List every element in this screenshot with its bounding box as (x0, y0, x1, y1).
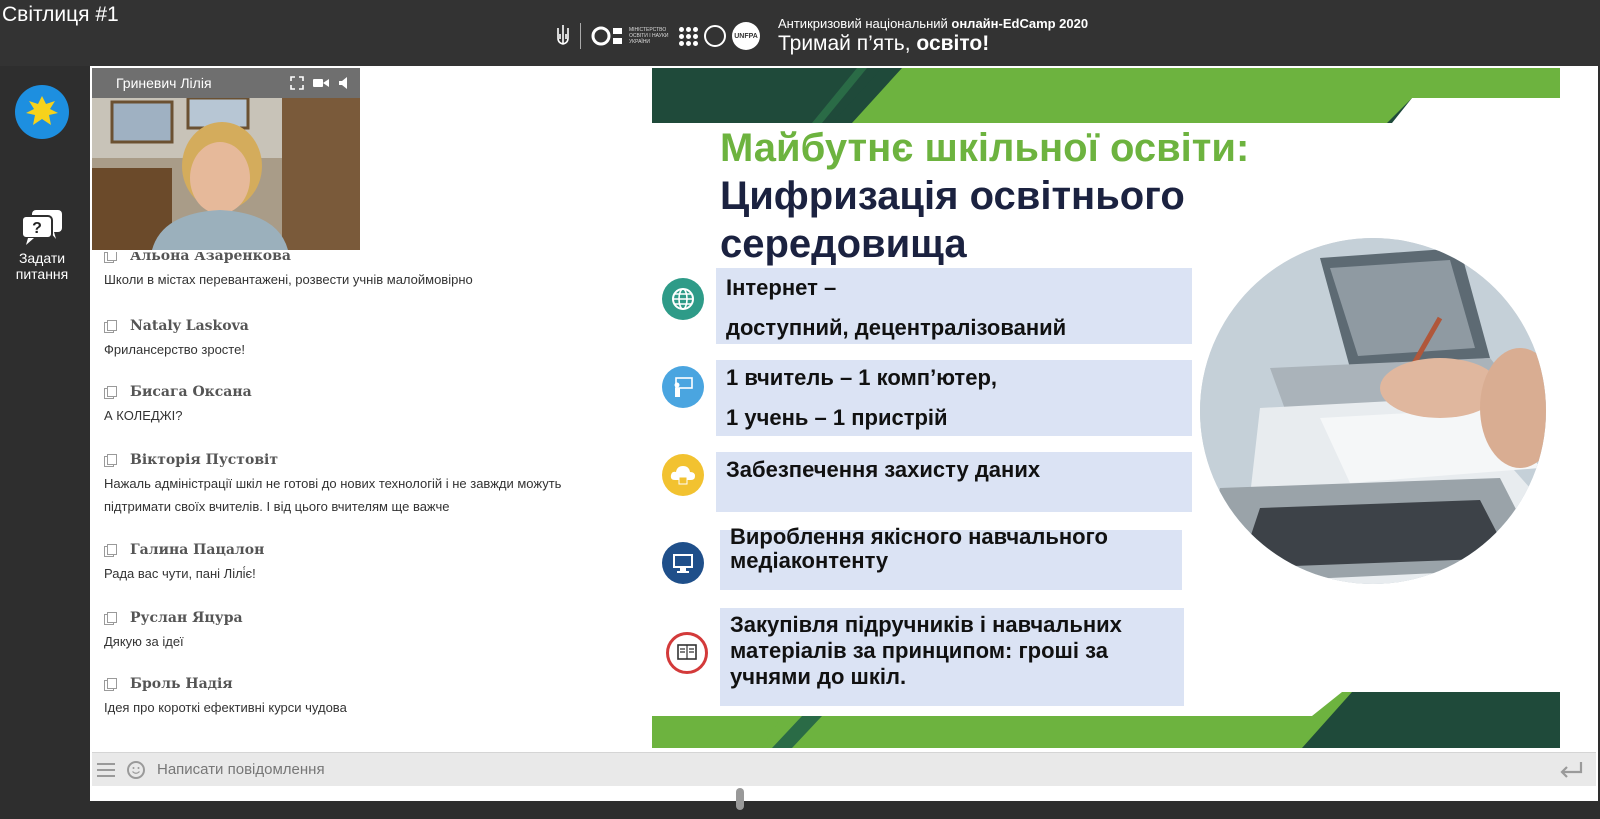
message-text: Рада вас чути, пані Лілі́є! (104, 566, 256, 581)
laptop-photo (1200, 238, 1546, 584)
book-icon (666, 632, 708, 674)
copy-icon[interactable] (104, 678, 117, 691)
bullet-internet-line1: Інтернет – (726, 275, 837, 300)
chat-list[interactable]: Альона Азаренкова Школи в містах переван… (92, 252, 742, 812)
message-author: Руслан Яцура (130, 610, 243, 626)
message-input[interactable] (157, 756, 1558, 783)
trident-icon (557, 25, 569, 45)
message-author: Галина Пацалон (130, 542, 265, 558)
edcamp-slogan: Тримай п’ять, освіто! (778, 32, 990, 55)
ask-label: Задати питання (15, 250, 69, 282)
video-header: Гриневич Лілія (92, 68, 360, 98)
ministry-logo: Міністерство освіти і науки України (591, 25, 673, 47)
send-enter-icon[interactable] (1558, 760, 1584, 780)
slide-subtitle: Цифризація освітнього середовища (720, 174, 1185, 266)
dots-logo-icon (679, 26, 698, 46)
message-author: Броль Надія (130, 676, 233, 692)
bullet-media-content-line1: Вироблення якісного навчального (730, 524, 1108, 549)
chat-message: Галина Пацалон Рада вас чути, пані Лілі́… (104, 540, 724, 585)
copy-icon[interactable] (104, 320, 117, 333)
un-emblem-icon (704, 25, 726, 47)
camera-icon[interactable] (312, 74, 330, 92)
bullet-media-content-line2: медіаконтенту (730, 548, 889, 573)
message-author: Nataly Laskova (130, 318, 249, 334)
video-frame (92, 98, 360, 250)
bullet-textbooks-line2: матеріалів за принципом: гроші за (730, 638, 1108, 663)
message-author: Вікторія Пустовіт (130, 452, 279, 468)
teacher-icon (662, 366, 704, 408)
presentation-slide: Майбутнє шкільної освіти: Цифризація осв… (652, 68, 1560, 748)
message-text: Дякую за ідеї (104, 634, 184, 649)
chat-question-icon: ? (21, 210, 62, 245)
chat-message: Вікторія Пустовіт Нажаль адміністрації ш… (104, 450, 594, 518)
copy-icon[interactable] (104, 612, 117, 625)
chat-message: Броль Надія Ідея про короткі ефективні к… (104, 674, 724, 719)
bullet-textbooks-line1: Закупівля підручників і навчальних (730, 612, 1122, 637)
chat-message: Альона Азаренкова Школи в містах переван… (104, 252, 724, 291)
left-rail: ? Задати питання (0, 66, 90, 801)
message-author: Бисага Оксана (130, 384, 252, 400)
message-text: Ідея про короткі ефективні курси чудова (104, 700, 347, 715)
slide-title: Майбутнє шкільної освіти: (720, 126, 1250, 170)
top-bar: Світлиця #1 Міністерство освіти і науки … (0, 0, 1600, 66)
chat-scrollbar[interactable] (736, 788, 744, 810)
monitor-icon (662, 542, 704, 584)
laptop-photo-icon (1200, 238, 1546, 584)
bullet-data-protection-line1: Забезпечення захисту даних (726, 457, 1041, 482)
message-composer (92, 752, 1596, 786)
message-author: Альона Азаренкова (130, 252, 291, 264)
bullet-devices-line1: 1 вчитель – 1 комп’ютер, (726, 365, 997, 390)
ask-question-button[interactable]: ? Задати питання (0, 208, 84, 282)
partner-logos: Міністерство освіти і науки України UNFP… (556, 16, 1088, 56)
copy-icon[interactable] (104, 252, 117, 263)
bullet-internet-line2: доступний, децентралізований (726, 315, 1067, 340)
copy-icon[interactable] (104, 386, 117, 399)
app-logo-icon[interactable] (15, 85, 69, 139)
room-title: Світлиця #1 (2, 3, 119, 26)
message-text: Нажаль адміністрації шкіл не готові до н… (104, 476, 562, 514)
main-panel: Гриневич Лілія Альона Азаренкова Школи в… (90, 66, 1598, 810)
message-text: Фрилансерство зросте! (104, 342, 245, 357)
globe-icon (662, 278, 704, 320)
copy-icon[interactable] (104, 454, 117, 467)
message-text: Школи в містах перевантажені, розвести у… (104, 272, 473, 287)
chat-message: Бисага Оксана А КОЛЕДЖІ? (104, 382, 724, 427)
edcamp-banner: Антикризовий національний онлайн-EdCamp … (778, 16, 1088, 56)
speaker-video[interactable]: Гриневич Лілія (92, 68, 360, 250)
bird-icon (26, 96, 58, 125)
copy-icon[interactable] (104, 544, 117, 557)
menu-icon[interactable] (97, 762, 115, 777)
chat-message: Nataly Laskova Фрилансерство зросте! (104, 316, 724, 361)
ministry-text: Міністерство освіти і науки України (629, 27, 669, 45)
speaker-portrait-icon (92, 98, 360, 250)
bullet-textbooks-line3: учнями до шкіл. (730, 664, 907, 689)
bullet-devices-line2: 1 учень – 1 пристрій (726, 405, 948, 430)
edcamp-title: Антикризовий національний онлайн-EdCamp … (778, 16, 1089, 31)
speaker-name: Гриневич Лілія (116, 75, 212, 91)
separator (580, 23, 581, 49)
chat-message: Руслан Яцура Дякую за ідеї (104, 608, 724, 653)
cloud-lock-icon (662, 454, 704, 496)
ministry-mark-icon (591, 26, 622, 46)
svg-text:?: ? (32, 220, 42, 237)
message-text: А КОЛЕДЖІ? (104, 408, 183, 423)
speaker-icon[interactable] (336, 74, 354, 92)
unfpa-logo: UNFPA (732, 22, 760, 50)
fullscreen-icon[interactable] (288, 74, 306, 92)
emoji-icon[interactable] (127, 760, 145, 779)
